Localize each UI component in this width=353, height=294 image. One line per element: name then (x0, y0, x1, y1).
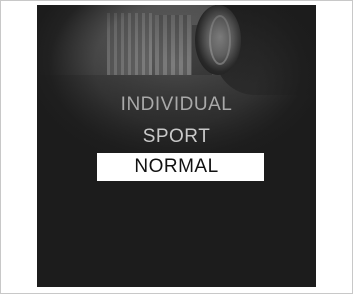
drive-mode-individual[interactable]: INDIVIDUAL (37, 93, 316, 117)
drive-mode-normal[interactable]: NORMAL (37, 155, 316, 179)
drive-mode-sport[interactable]: SPORT (37, 125, 316, 149)
display-screen: INDIVIDUAL SPORT NORMAL (37, 5, 316, 287)
